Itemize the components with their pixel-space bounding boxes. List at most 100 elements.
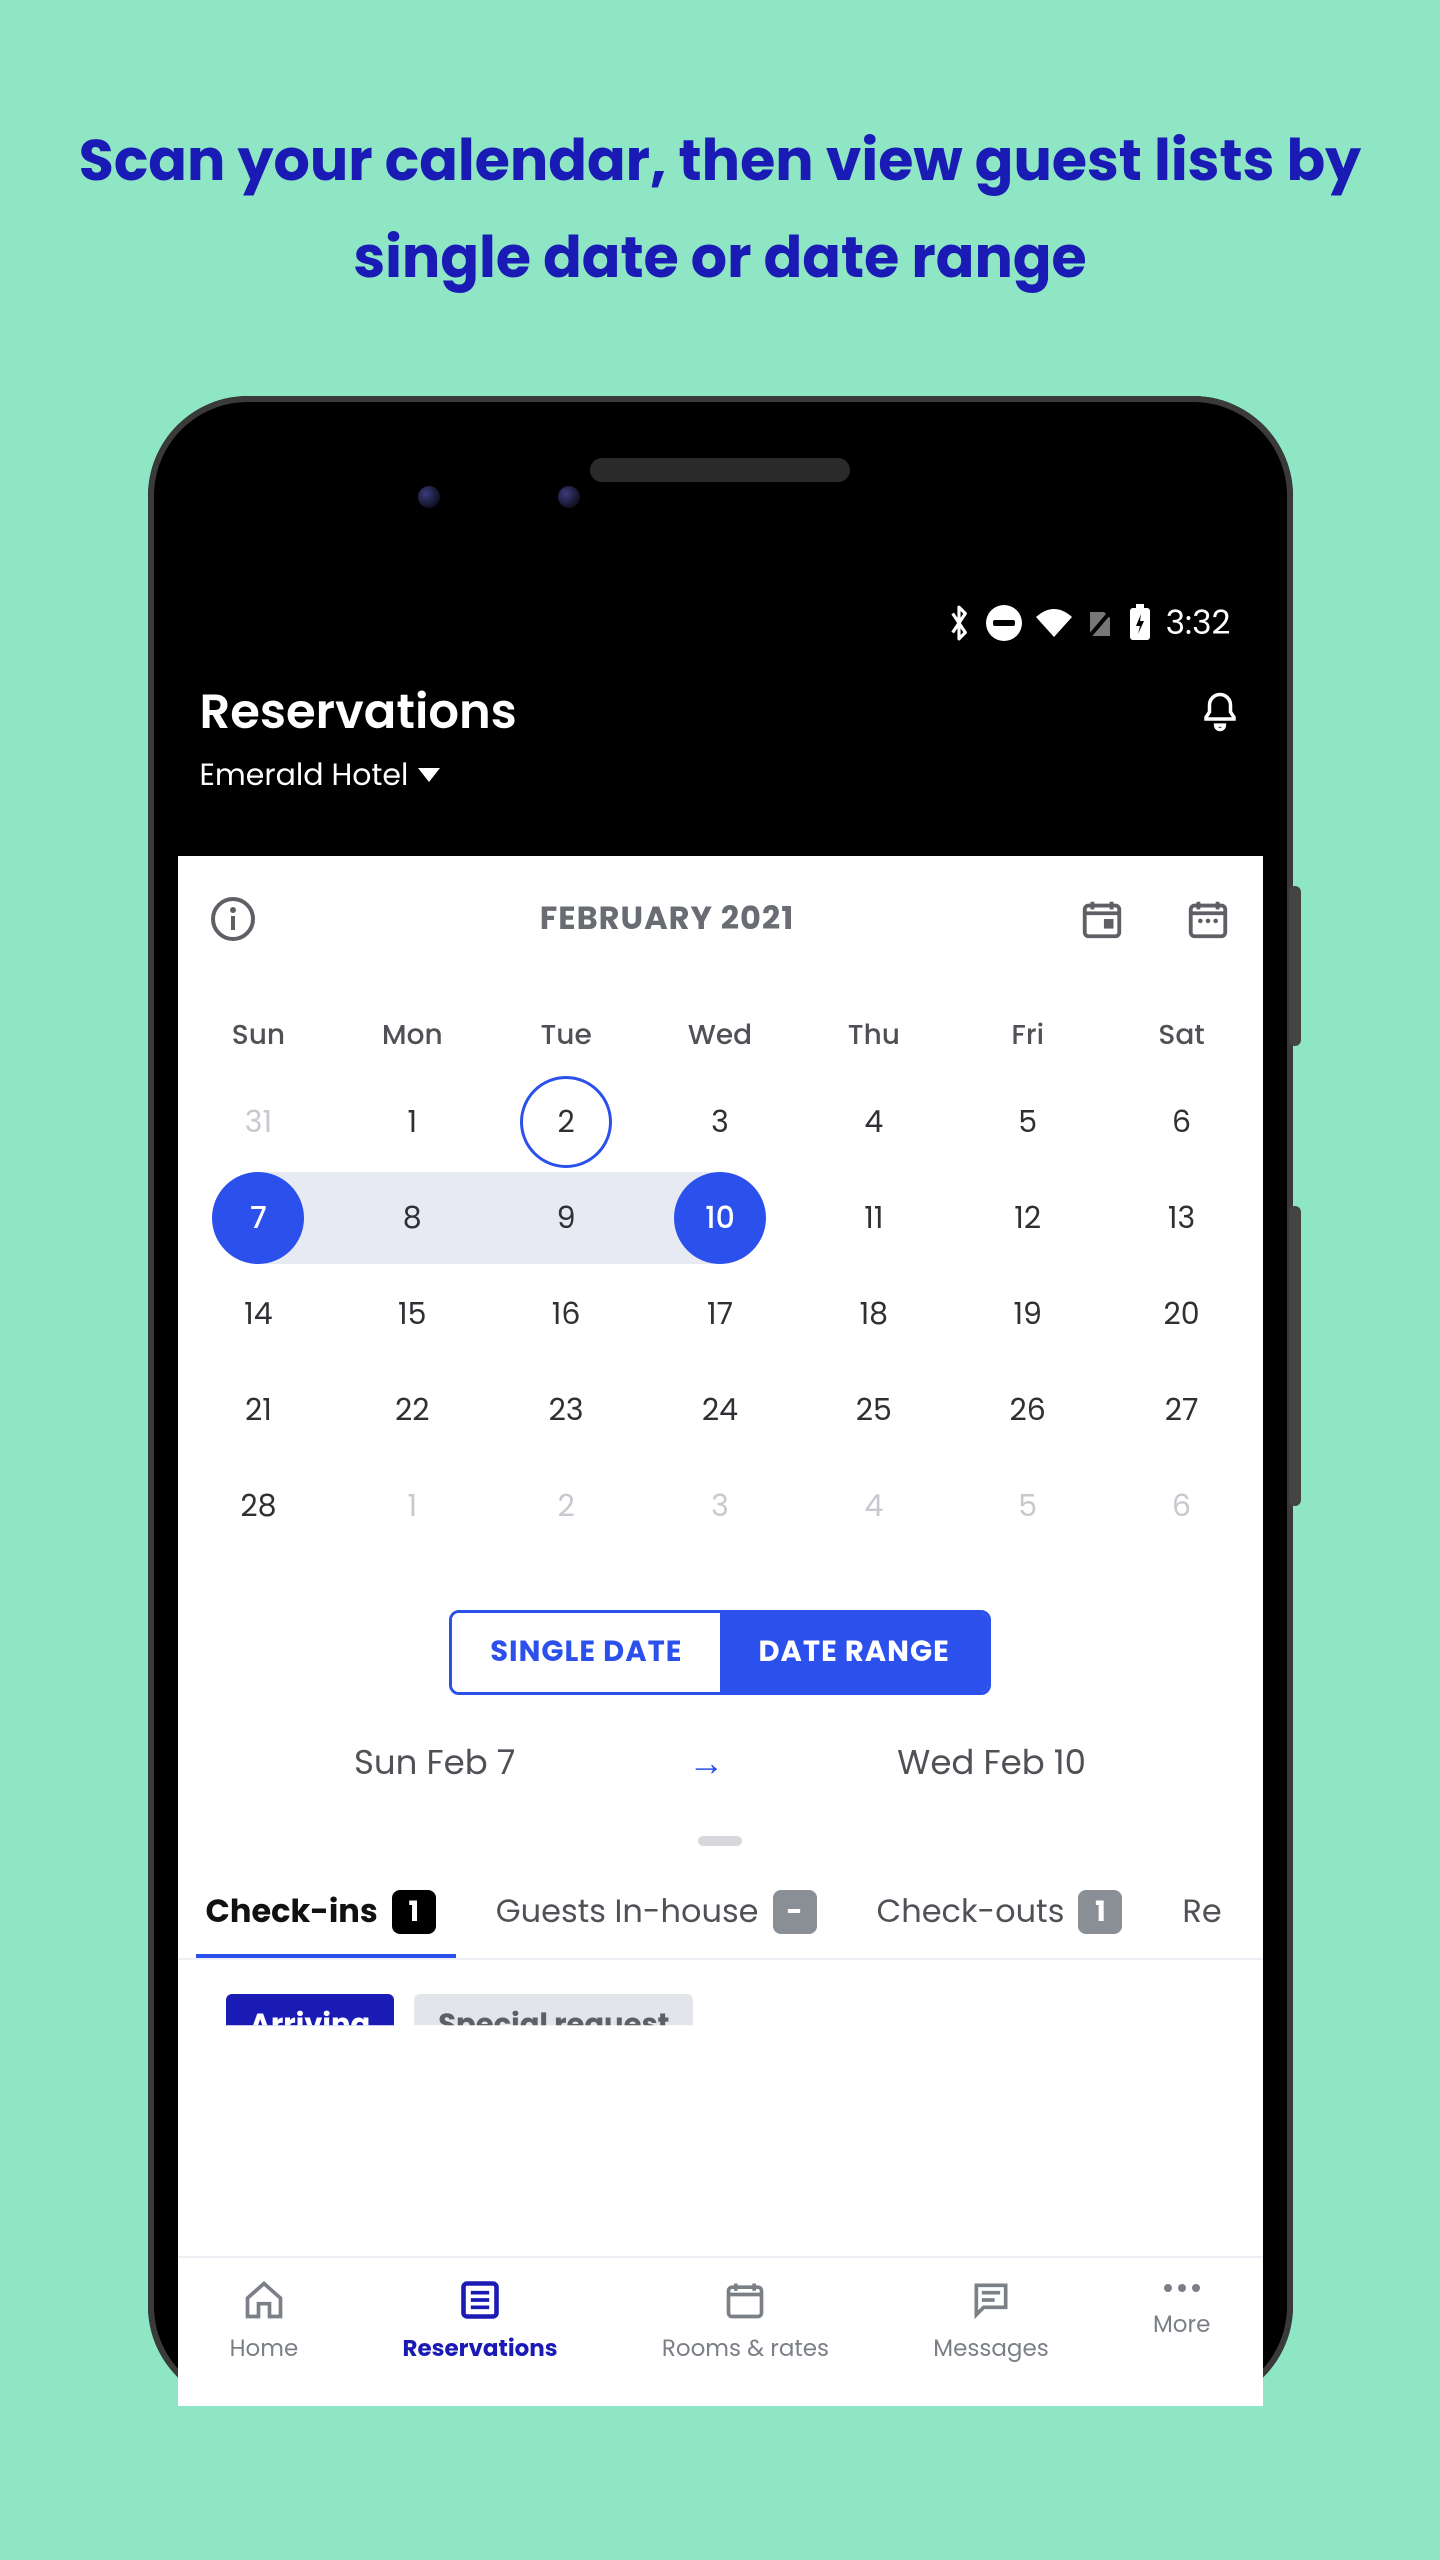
calendar-day[interactable]: 10 [643,1170,797,1266]
calendar-day-number: 10 [705,1195,735,1241]
calendar-month-label: FEBRUARY 2021 [258,895,1077,943]
calendar-day[interactable]: 1 [335,1074,489,1170]
calendar-day-number: 1 [407,1099,417,1145]
weekday-label: Sun [182,1014,336,1056]
calendar-day[interactable]: 3 [643,1074,797,1170]
tab-re[interactable]: Re [1182,1888,1221,1958]
tab-label: Check-ins [206,1888,378,1936]
home-icon [242,2278,286,2322]
nav-label: Home [230,2332,299,2366]
calendar-day-number: 11 [864,1195,883,1241]
calendar-day[interactable]: 9 [489,1170,643,1266]
calendar-day[interactable]: 4 [797,1458,951,1554]
calendar-day[interactable]: 14 [182,1266,336,1362]
app-header: Reservations Emerald Hotel [200,676,1241,798]
bluetooth-icon [946,604,972,642]
calendar-day-number: 22 [395,1387,430,1433]
info-icon[interactable] [208,894,258,944]
calendar-day[interactable]: 17 [643,1266,797,1362]
weekday-label: Sat [1105,1014,1259,1056]
calendar-day-number: 8 [403,1195,422,1241]
calendar-day-number: 4 [864,1483,883,1529]
calendar-day[interactable]: 28 [182,1458,336,1554]
calendar-day[interactable]: 22 [335,1362,489,1458]
today-icon[interactable] [1077,894,1127,944]
calendar-day[interactable]: 2 [489,1074,643,1170]
calendar-day-number: 17 [707,1291,733,1337]
calendar-day[interactable]: 8 [335,1170,489,1266]
calendar-day-number: 21 [245,1387,272,1433]
tab-check-ins[interactable]: Check-ins1 [206,1888,436,1958]
calendar-day[interactable]: 25 [797,1362,951,1458]
calendar-day-number: 2 [558,1099,575,1145]
calendar-day-number: 23 [549,1387,584,1433]
calendar-grid: 3112345678910111213141516171819202122232… [178,1074,1263,1554]
more-icon [1160,2278,1204,2298]
drag-handle[interactable] [698,1836,742,1846]
calendar-day[interactable]: 6 [1105,1074,1259,1170]
selected-range-display: Sun Feb 7 → Wed Feb 10 [178,1735,1263,1824]
calendar-day[interactable]: 5 [951,1458,1105,1554]
calendar-day-number: 31 [245,1099,272,1145]
marketing-headline: Scan your calendar, then view guest list… [0,112,1440,306]
calendar-day[interactable]: 16 [489,1266,643,1362]
calendar-day[interactable]: 3 [643,1458,797,1554]
calendar-day[interactable]: 24 [643,1362,797,1458]
range-start-date[interactable]: Sun Feb 7 [354,1737,515,1788]
nav-more[interactable]: More [1153,2278,1210,2366]
calendar-day[interactable]: 4 [797,1074,951,1170]
nav-reservations[interactable]: Reservations [402,2278,557,2366]
hotel-selector[interactable]: Emerald Hotel [200,752,1241,798]
tab-label: Check-outs [877,1888,1065,1936]
single-date-button[interactable]: SINGLE DATE [452,1613,720,1692]
arrow-right-icon: → [688,1735,724,1790]
calendar-icon [723,2278,767,2322]
calendar-day[interactable]: 5 [951,1074,1105,1170]
phone-side-button [1289,1206,1301,1506]
filter-chip-special-request[interactable]: Special request [414,1994,693,2057]
calendar-day[interactable]: 1 [335,1458,489,1554]
phone-mock-frame: 3:32 Reservations Emerald Hotel FEBRUARY… [148,396,1293,2406]
screen-content: FEBRUARY 2021 SunMonTueWedThuFriSat 3112… [178,856,1263,2406]
calendar-day[interactable]: 6 [1105,1458,1259,1554]
calendar-day[interactable]: 19 [951,1266,1105,1362]
weekday-label: Thu [797,1014,951,1056]
calendar-day[interactable]: 15 [335,1266,489,1362]
hotel-name: Emerald Hotel [200,752,409,798]
calendar-day[interactable]: 2 [489,1458,643,1554]
calendar-day[interactable]: 21 [182,1362,336,1458]
calendar-day[interactable]: 26 [951,1362,1105,1458]
calendar-day-number: 6 [1172,1483,1191,1529]
month-view-icon[interactable] [1183,894,1233,944]
calendar-day[interactable]: 31 [182,1074,336,1170]
nav-messages[interactable]: Messages [933,2278,1048,2366]
calendar-day-number: 2 [558,1483,575,1529]
tab-guests-in-house[interactable]: Guests In-house- [496,1888,817,1958]
calendar-day-number: 24 [702,1387,738,1433]
filter-chip-arriving[interactable]: Arriving [226,1994,395,2057]
calendar-day[interactable]: 20 [1105,1266,1259,1362]
calendar-day[interactable]: 12 [951,1170,1105,1266]
nav-label: Reservations [402,2332,557,2366]
tab-check-outs[interactable]: Check-outs1 [877,1888,1123,1958]
list-icon [458,2278,502,2322]
calendar-day[interactable]: 18 [797,1266,951,1362]
do-not-disturb-icon [986,605,1022,641]
calendar-day[interactable]: 27 [1105,1362,1259,1458]
calendar-day-number: 13 [1168,1195,1195,1241]
nav-home[interactable]: Home [230,2278,299,2366]
date-range-button[interactable]: DATE RANGE [720,1613,987,1692]
weekday-label: Wed [643,1014,797,1056]
nav-rooms-rates[interactable]: Rooms & rates [662,2278,829,2366]
calendar-day[interactable]: 7 [182,1170,336,1266]
calendar-day-number: 9 [557,1195,576,1241]
calendar-day-number: 16 [552,1291,581,1337]
phone-earpiece [590,458,850,482]
notifications-icon[interactable] [1199,691,1241,733]
calendar-day[interactable]: 11 [797,1170,951,1266]
tab-label: Guests In-house [496,1888,759,1936]
date-mode-segmented: SINGLE DATE DATE RANGE [449,1610,991,1695]
calendar-day[interactable]: 13 [1105,1170,1259,1266]
range-end-date[interactable]: Wed Feb 10 [897,1737,1086,1788]
calendar-day[interactable]: 23 [489,1362,643,1458]
